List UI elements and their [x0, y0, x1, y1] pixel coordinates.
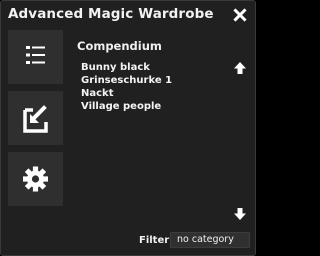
filter-select[interactable]: no category: [170, 232, 250, 248]
list-item[interactable]: Grinseschurke 1: [81, 74, 231, 87]
settings-button[interactable]: [8, 152, 63, 206]
list-item[interactable]: Nackt: [81, 87, 231, 100]
scroll-up-button[interactable]: [232, 60, 248, 76]
export-icon: [23, 105, 48, 133]
close-button[interactable]: [231, 6, 249, 24]
outfit-list: Bunny black Grinseschurke 1 Nackt Villag…: [81, 61, 231, 113]
list-item[interactable]: Bunny black: [81, 61, 231, 74]
window-title: Advanced Magic Wardrobe: [8, 6, 214, 22]
compendium-tab-button[interactable]: [8, 30, 63, 84]
scroll-down-button[interactable]: [232, 206, 248, 222]
import-button[interactable]: [8, 91, 63, 145]
section-title: Compendium: [77, 39, 162, 53]
list-item[interactable]: Village people: [81, 100, 231, 113]
gear-icon: [23, 166, 48, 192]
title-bar[interactable]: Advanced Magic Wardrobe: [1, 1, 255, 29]
compendium-panel: Compendium Bunny black Grinseschurke 1 N…: [69, 30, 255, 256]
filter-value: no category: [177, 234, 234, 245]
close-icon: [233, 8, 247, 22]
arrow-down-icon: [234, 208, 246, 220]
filter-label: Filter: [139, 235, 170, 246]
list-icon: [26, 46, 45, 64]
arrow-up-icon: [234, 62, 246, 74]
wardrobe-window: Advanced Magic Wardrobe Compendium Bunny…: [0, 0, 256, 256]
